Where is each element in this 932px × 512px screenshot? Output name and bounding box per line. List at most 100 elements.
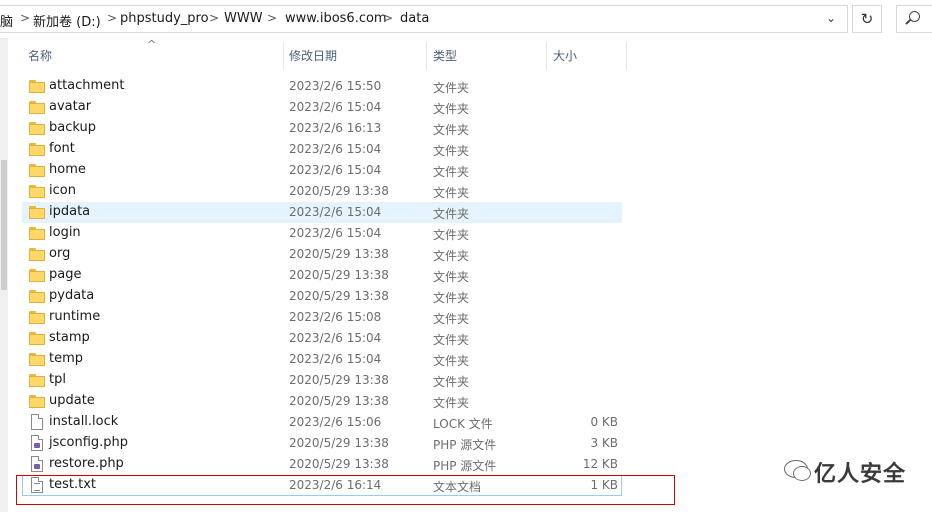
file-row[interactable]: backup 2023/2/6 16:13 文件夹 bbox=[22, 118, 622, 139]
file-date: 2020/5/29 13:38 bbox=[289, 394, 389, 408]
file-date: 2020/5/29 13:38 bbox=[289, 436, 389, 450]
file-date: 2020/5/29 13:38 bbox=[289, 373, 389, 387]
folder-icon bbox=[29, 353, 45, 366]
refresh-icon[interactable]: ↻ bbox=[852, 5, 882, 33]
file-type: 文件夹 bbox=[433, 333, 470, 347]
breadcrumb-data[interactable]: data bbox=[400, 11, 429, 26]
column-divider[interactable] bbox=[546, 42, 547, 70]
search-icon bbox=[909, 11, 920, 22]
file-date: 2023/2/6 15:08 bbox=[289, 310, 382, 324]
file-row[interactable]: stamp 2023/2/6 15:04 文件夹 bbox=[22, 328, 622, 349]
file-date: 2023/2/6 15:04 bbox=[289, 352, 382, 366]
file-type: 文件夹 bbox=[433, 123, 470, 137]
file-name: restore.php bbox=[49, 456, 124, 471]
file-name: jsconfig.php bbox=[49, 435, 129, 450]
breadcrumb-separator[interactable]: > bbox=[267, 11, 277, 25]
folder-icon bbox=[29, 122, 45, 135]
breadcrumb-site[interactable]: www.ibos6.com bbox=[285, 11, 387, 26]
file-name: home bbox=[49, 162, 86, 177]
file-date: 2020/5/29 13:38 bbox=[289, 289, 389, 303]
folder-icon bbox=[29, 332, 45, 345]
file-row[interactable]: home 2023/2/6 15:04 文件夹 bbox=[22, 160, 622, 181]
column-header-date[interactable]: 修改日期 bbox=[289, 42, 337, 70]
file-name: stamp bbox=[49, 330, 90, 345]
file-row[interactable]: runtime 2023/2/6 15:08 文件夹 bbox=[22, 307, 622, 328]
folder-icon bbox=[29, 143, 45, 156]
folder-icon bbox=[29, 80, 45, 93]
sort-ascending-icon: ^ bbox=[147, 38, 157, 51]
file-type: 文件夹 bbox=[433, 354, 470, 368]
php-file-icon bbox=[31, 435, 43, 451]
folder-icon bbox=[29, 374, 45, 387]
file-row[interactable]: jsconfig.php 2020/5/29 13:38 PHP 源文件 3 KB bbox=[22, 433, 622, 454]
file-date: 2023/2/6 15:04 bbox=[289, 163, 382, 177]
search-box[interactable] bbox=[896, 5, 932, 33]
column-header-type[interactable]: 类型 bbox=[433, 42, 457, 70]
file-type: 文件夹 bbox=[433, 291, 470, 305]
column-header-name[interactable]: 名称 bbox=[28, 42, 52, 70]
folder-icon bbox=[29, 206, 45, 219]
breadcrumb-separator[interactable]: > bbox=[209, 11, 219, 25]
file-name: attachment bbox=[49, 78, 125, 93]
file-name: page bbox=[49, 267, 82, 282]
column-divider[interactable] bbox=[426, 42, 427, 70]
breadcrumb-separator[interactable]: > bbox=[383, 11, 393, 25]
highlight-box bbox=[16, 475, 675, 505]
folder-icon bbox=[29, 311, 45, 324]
file-type: 文件夹 bbox=[433, 312, 470, 326]
file-row[interactable]: ipdata 2023/2/6 15:04 文件夹 bbox=[22, 202, 622, 223]
file-row[interactable]: font 2023/2/6 15:04 文件夹 bbox=[22, 139, 622, 160]
folder-icon bbox=[29, 164, 45, 177]
file-type: 文件夹 bbox=[433, 81, 470, 95]
file-name: pydata bbox=[49, 288, 95, 303]
file-date: 2023/2/6 15:04 bbox=[289, 100, 382, 114]
file-type: 文件夹 bbox=[433, 186, 470, 200]
breadcrumb-drive[interactable]: 新加卷 (D:) bbox=[33, 11, 101, 30]
breadcrumb-separator[interactable]: > bbox=[107, 11, 117, 25]
folder-icon bbox=[29, 395, 45, 408]
chevron-down-icon[interactable]: ⌄ bbox=[826, 11, 836, 25]
file-row[interactable]: page 2020/5/29 13:38 文件夹 bbox=[22, 265, 622, 286]
php-file-icon bbox=[31, 456, 43, 472]
file-row[interactable]: pydata 2020/5/29 13:38 文件夹 bbox=[22, 286, 622, 307]
file-date: 2020/5/29 13:38 bbox=[289, 247, 389, 261]
column-divider[interactable] bbox=[626, 42, 627, 70]
file-type: PHP 源文件 bbox=[433, 438, 497, 452]
file-row[interactable]: avatar 2023/2/6 15:04 文件夹 bbox=[22, 97, 622, 118]
scrollbar-thumb[interactable] bbox=[1, 160, 7, 290]
file-row[interactable]: restore.php 2020/5/29 13:38 PHP 源文件 12 KB bbox=[22, 454, 622, 475]
file-row[interactable]: login 2023/2/6 15:04 文件夹 bbox=[22, 223, 622, 244]
file-type: 文件夹 bbox=[433, 144, 470, 158]
file-date: 2023/2/6 15:50 bbox=[289, 79, 382, 93]
file-row[interactable]: temp 2023/2/6 15:04 文件夹 bbox=[22, 349, 622, 370]
file-type: 文件夹 bbox=[433, 165, 470, 179]
breadcrumb-computer[interactable]: 脑 bbox=[0, 11, 13, 30]
folder-icon bbox=[29, 269, 45, 282]
column-divider[interactable] bbox=[283, 42, 284, 70]
file-date: 2023/2/6 15:06 bbox=[289, 415, 382, 429]
file-type: 文件夹 bbox=[433, 249, 470, 263]
file-row[interactable]: install.lock 2023/2/6 15:06 LOCK 文件 0 KB bbox=[22, 412, 622, 433]
file-row[interactable]: update 2020/5/29 13:38 文件夹 bbox=[22, 391, 622, 412]
file-type: 文件夹 bbox=[433, 102, 470, 116]
breadcrumb-phpstudy[interactable]: phpstudy_pro bbox=[120, 11, 209, 26]
breadcrumb-www[interactable]: WWW bbox=[224, 11, 263, 26]
navigation-pane-edge bbox=[0, 38, 8, 512]
file-type: LOCK 文件 bbox=[433, 417, 493, 431]
folder-icon bbox=[29, 248, 45, 261]
file-name: update bbox=[49, 393, 95, 408]
file-date: 2023/2/6 15:04 bbox=[289, 142, 382, 156]
folder-icon bbox=[29, 185, 45, 198]
file-row[interactable]: tpl 2020/5/29 13:38 文件夹 bbox=[22, 370, 622, 391]
file-type: 文件夹 bbox=[433, 375, 470, 389]
folder-icon bbox=[29, 227, 45, 240]
file-row[interactable]: attachment 2023/2/6 15:50 文件夹 bbox=[22, 76, 622, 97]
folder-icon bbox=[29, 290, 45, 303]
file-row[interactable]: icon 2020/5/29 13:38 文件夹 bbox=[22, 181, 622, 202]
file-row[interactable]: org 2020/5/29 13:38 文件夹 bbox=[22, 244, 622, 265]
file-name: login bbox=[49, 225, 81, 240]
breadcrumb-separator[interactable]: > bbox=[20, 11, 30, 25]
file-date: 2023/2/6 15:04 bbox=[289, 226, 382, 240]
file-size: 0 KB bbox=[590, 415, 618, 429]
column-header-size[interactable]: 大小 bbox=[553, 42, 577, 70]
